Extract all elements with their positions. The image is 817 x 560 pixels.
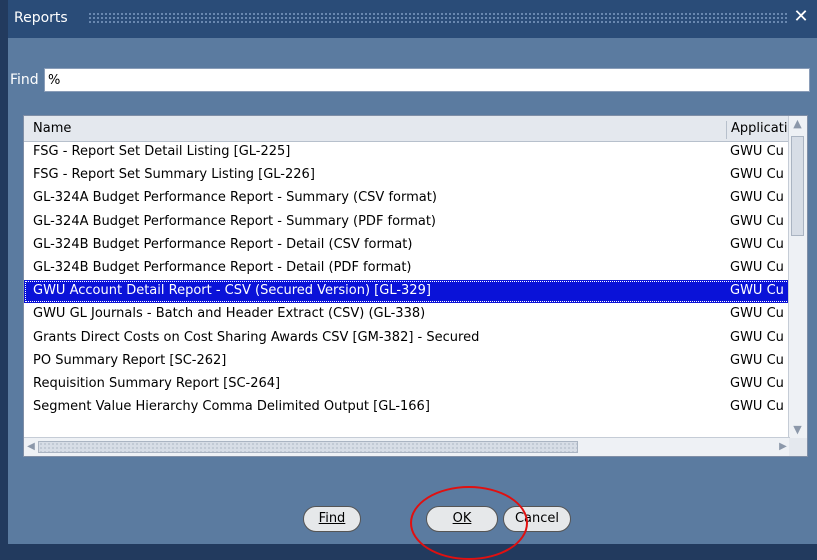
report-name: Requisition Summary Report [SC-264] — [33, 375, 281, 391]
window-title: Reports — [14, 10, 68, 26]
list-item[interactable]: Segment Value Hierarchy Comma Delimited … — [24, 396, 790, 419]
list-item[interactable]: GWU GL Journals - Batch and Header Extra… — [24, 303, 790, 326]
cancel-button-label: Cancel — [514, 511, 560, 526]
report-application: GWU Cu — [730, 306, 784, 322]
report-application: GWU Cu — [730, 213, 784, 229]
scroll-right-icon[interactable]: ▶ — [777, 440, 789, 453]
column-header-application[interactable]: Applicati — [726, 121, 790, 139]
report-name: PO Summary Report [SC-262] — [33, 352, 227, 368]
scroll-down-icon[interactable]: ▼ — [791, 424, 804, 436]
vertical-scrollbar[interactable]: ▲ ▼ — [788, 116, 807, 438]
report-name: GWU Account Detail Report - CSV (Secured… — [33, 283, 431, 299]
report-application: GWU Cu — [730, 190, 784, 206]
list-header: Name Applicati — [24, 116, 790, 142]
report-name: Grants Direct Costs on Cost Sharing Awar… — [33, 329, 480, 345]
report-application: GWU Cu — [730, 283, 784, 299]
results-list[interactable]: Name Applicati FSG - Report Set Detail L… — [23, 115, 808, 457]
find-button-label: Find — [318, 511, 346, 526]
find-row: Find — [8, 68, 817, 96]
report-name: FSG - Report Set Detail Listing [GL-225] — [33, 144, 291, 159]
report-application: GWU Cu — [730, 236, 784, 252]
report-name: GL-324A Budget Performance Report - Summ… — [33, 190, 437, 206]
scroll-corner — [789, 438, 807, 456]
cancel-button[interactable]: Cancel — [503, 506, 571, 532]
report-application: GWU Cu — [730, 352, 784, 368]
ok-button[interactable]: OK — [426, 506, 498, 532]
list-rows: FSG - Report Set Detail Listing [GL-225]… — [24, 141, 790, 419]
reports-dialog: Reports ✕ Find Name Applicati FSG - Repo… — [8, 0, 817, 560]
report-application: GWU Cu — [730, 259, 784, 275]
list-item[interactable]: Grants Direct Costs on Cost Sharing Awar… — [24, 327, 790, 350]
title-bar[interactable]: Reports ✕ — [8, 0, 817, 38]
list-item[interactable]: GL-324B Budget Performance Report - Deta… — [24, 257, 790, 280]
title-bar-grip — [88, 12, 788, 24]
find-input[interactable] — [44, 68, 810, 92]
report-application: GWU Cu — [730, 329, 784, 345]
report-name: GL-324A Budget Performance Report - Summ… — [33, 213, 436, 229]
scroll-up-icon[interactable]: ▲ — [791, 118, 804, 130]
report-application: GWU Cu — [730, 375, 784, 391]
report-application: GWU Cu — [730, 399, 784, 415]
report-name: Segment Value Hierarchy Comma Delimited … — [33, 399, 430, 415]
list-item[interactable]: PO Summary Report [SC-262] GWU Cu — [24, 350, 790, 373]
report-application: GWU Cu — [730, 144, 784, 159]
list-item[interactable]: GWU Account Detail Report - CSV (Secured… — [24, 280, 790, 304]
horizontal-scroll-thumb[interactable] — [38, 441, 578, 453]
list-item[interactable]: GL-324A Budget Performance Report - Summ… — [24, 211, 790, 234]
vertical-scroll-thumb[interactable] — [791, 136, 804, 236]
list-item[interactable]: GL-324B Budget Performance Report - Deta… — [24, 234, 790, 257]
scroll-left-icon[interactable]: ◀ — [25, 440, 37, 453]
report-name: GWU GL Journals - Batch and Header Extra… — [33, 306, 426, 322]
report-name: GL-324B Budget Performance Report - Deta… — [33, 236, 413, 252]
report-name: FSG - Report Set Summary Listing [GL-226… — [33, 167, 315, 183]
find-label: Find — [10, 72, 39, 88]
close-icon[interactable]: ✕ — [791, 6, 811, 28]
horizontal-scrollbar[interactable]: ◀ ▶ — [24, 437, 790, 456]
list-item[interactable]: FSG - Report Set Summary Listing [GL-226… — [24, 164, 790, 187]
list-item[interactable]: Requisition Summary Report [SC-264] GWU C… — [24, 373, 790, 396]
ok-button-label: OK — [452, 511, 472, 526]
list-item[interactable]: FSG - Report Set Detail Listing [GL-225]… — [24, 141, 790, 164]
column-header-name[interactable]: Name — [33, 121, 71, 136]
list-item[interactable]: GL-324A Budget Performance Report - Summ… — [24, 187, 790, 210]
report-application: GWU Cu — [730, 167, 784, 183]
find-button[interactable]: Find — [303, 506, 361, 532]
report-name: GL-324B Budget Performance Report - Deta… — [33, 259, 412, 275]
